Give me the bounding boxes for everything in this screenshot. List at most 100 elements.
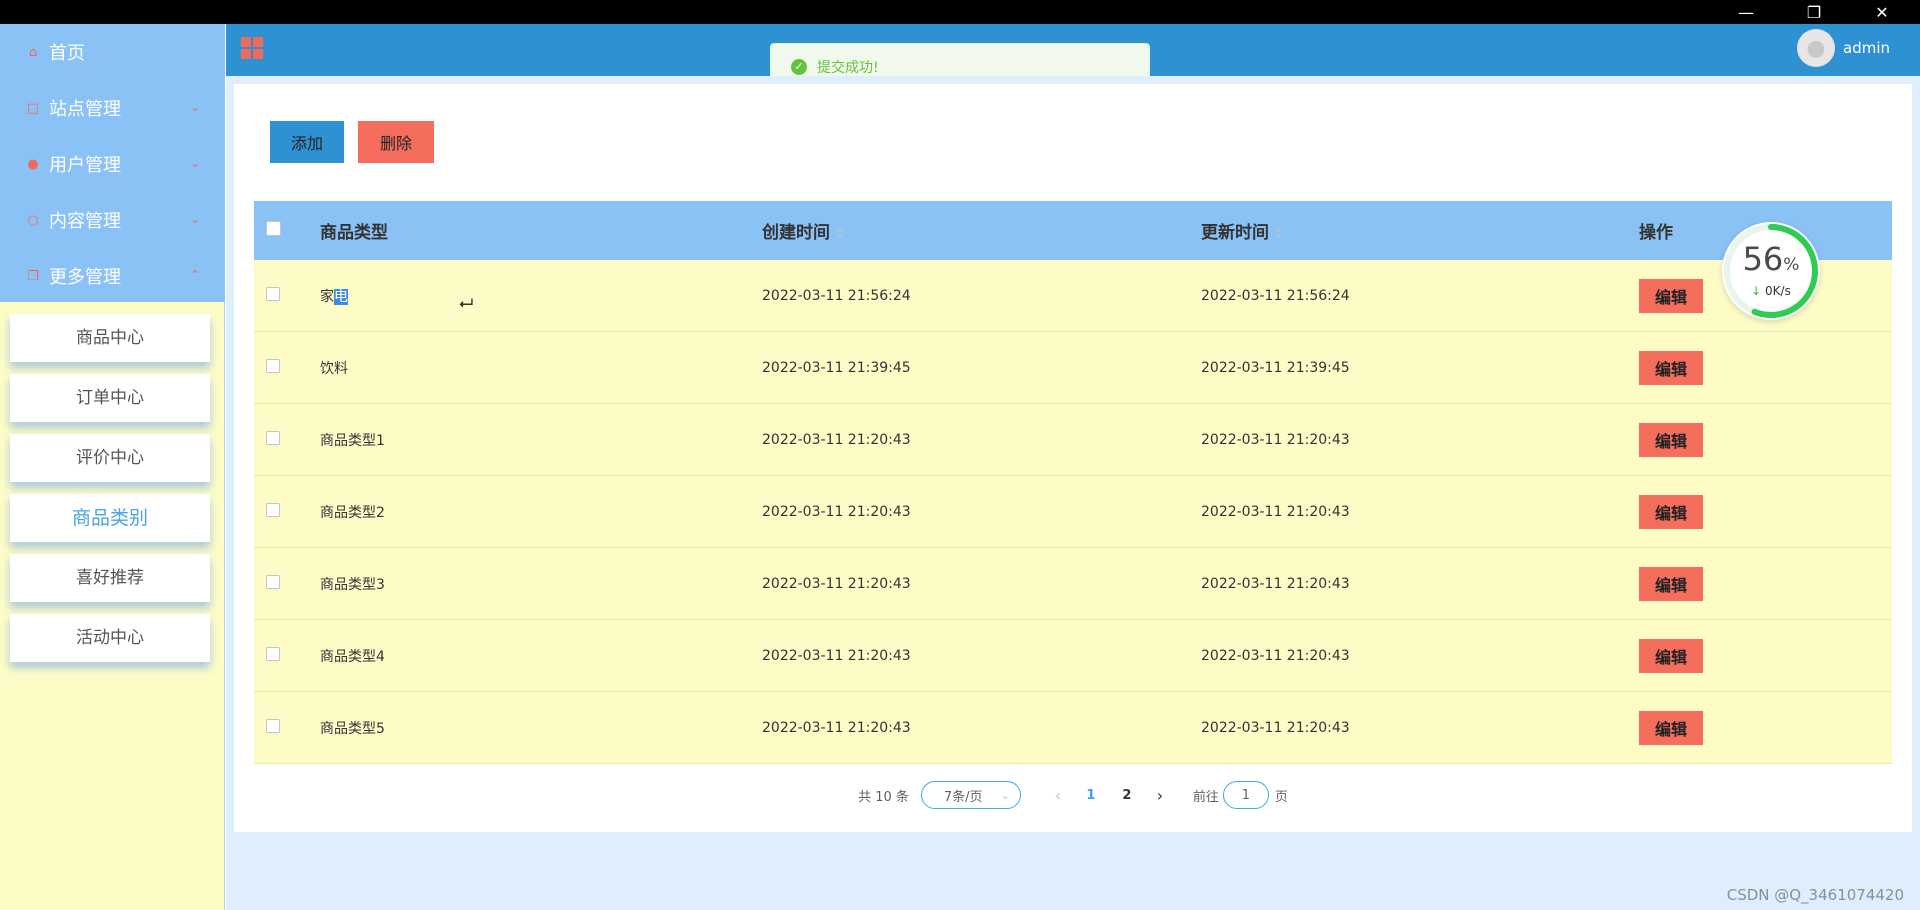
delete-button[interactable]: 删除 (358, 121, 434, 163)
cell-updated: 2022-03-11 21:39:45 (1201, 359, 1350, 376)
toast-message: 提交成功! (817, 59, 879, 76)
window-titlebar: — ❐ ✕ (0, 0, 1920, 24)
page-number[interactable]: 1 (1073, 788, 1109, 803)
page-number[interactable]: 2 (1109, 788, 1145, 803)
sort-icon[interactable] (836, 228, 844, 238)
content-icon: ○ (27, 212, 39, 228)
cell-name: 商品类型2 (320, 504, 385, 521)
column-header-label: 更新时间 (1201, 223, 1269, 243)
add-button[interactable]: 添加 (270, 121, 344, 163)
more-icon: ❐ (27, 268, 39, 284)
page-size-select[interactable]: 7条/页 ⌄ (920, 781, 1021, 809)
row-checkbox[interactable] (266, 502, 280, 517)
chevron-up-icon: ⌃ (189, 268, 201, 282)
check-circle-icon: ✓ (791, 58, 807, 75)
goto-page: 前往 1 页 (1193, 781, 1288, 809)
column-header-updated[interactable]: 更新时间 (1201, 218, 1639, 243)
sidebar-item-label: 更多管理 (49, 267, 121, 288)
cell-created: 2022-03-11 21:39:45 (762, 359, 911, 376)
row-checkbox[interactable] (266, 574, 280, 589)
sidebar: ⌂ 首页 □ 站点管理 ⌄ ● 用户管理 ⌄ ○ 内容管理 ⌄ ❐ 更多管理 ⌃… (0, 24, 225, 910)
cell-updated: 2022-03-11 21:20:43 (1201, 431, 1350, 448)
cell-created: 2022-03-11 21:20:43 (762, 431, 911, 448)
cell-created: 2022-03-11 21:20:43 (762, 647, 911, 664)
grid-menu-icon[interactable] (241, 37, 263, 59)
user-icon: ● (27, 156, 39, 172)
sidebar-item-home[interactable]: ⌂ 首页 (0, 24, 225, 80)
column-header-created[interactable]: 创建时间 (762, 218, 1201, 243)
goto-page-input[interactable]: 1 (1222, 781, 1269, 809)
sidebar-item-site[interactable]: □ 站点管理 ⌄ (0, 80, 225, 136)
submenu-item-review-center[interactable]: 评价中心 (10, 434, 210, 482)
mouse-cursor-icon: ⮠ (459, 293, 474, 314)
cell-created: 2022-03-11 21:20:43 (762, 575, 911, 592)
speed-percent: 56% (1722, 240, 1820, 278)
chevron-down-icon: ⌄ (189, 156, 201, 170)
row-checkbox[interactable] (266, 718, 280, 733)
row-checkbox[interactable] (266, 286, 280, 301)
monitor-icon: □ (26, 100, 40, 116)
content-panel: 添加 删除 商品类型 创建时间 更新时间 操作 家电 2022-03-11 21… (234, 84, 1912, 832)
table-row: 商品类型1 2022-03-11 21:20:43 2022-03-11 21:… (254, 404, 1892, 476)
restore-icon[interactable]: ❐ (1780, 0, 1848, 24)
goto-prefix: 前往 (1192, 789, 1219, 805)
cell-updated: 2022-03-11 21:20:43 (1201, 575, 1350, 592)
edit-button[interactable]: 编辑 (1639, 278, 1703, 313)
user-menu[interactable]: ● admin (1797, 29, 1890, 67)
sidebar-item-more[interactable]: ❐ 更多管理 ⌃ (0, 248, 225, 304)
submenu-item-product-category[interactable]: 商品类别 (10, 494, 210, 542)
cell-created: 2022-03-11 21:56:24 (762, 287, 911, 304)
sidebar-item-label: 首页 (49, 43, 85, 64)
edit-button[interactable]: 编辑 (1639, 710, 1703, 745)
network-speed-widget[interactable]: 56% ↓ 0K/s (1722, 222, 1820, 320)
sidebar-item-content[interactable]: ○ 内容管理 ⌄ (0, 192, 225, 248)
close-icon[interactable]: ✕ (1848, 0, 1916, 24)
edit-button[interactable]: 编辑 (1639, 638, 1703, 673)
edit-button[interactable]: 编辑 (1639, 350, 1703, 385)
sort-icon[interactable] (1275, 228, 1283, 238)
chevron-down-icon: ⌄ (189, 212, 201, 226)
edit-button[interactable]: 编辑 (1639, 494, 1703, 529)
row-checkbox[interactable] (266, 430, 280, 445)
edit-button[interactable]: 编辑 (1639, 422, 1703, 457)
row-checkbox[interactable] (266, 646, 280, 661)
cell-created: 2022-03-11 21:20:43 (762, 503, 911, 520)
category-table: 商品类型 创建时间 更新时间 操作 家电 2022-03-11 21:56:24… (254, 201, 1892, 764)
main-content: 添加 删除 商品类型 创建时间 更新时间 操作 家电 2022-03-11 21… (226, 76, 1920, 910)
submenu-item-recommendation[interactable]: 喜好推荐 (10, 554, 210, 602)
cell-name: 商品类型5 (320, 720, 385, 737)
edit-button[interactable]: 编辑 (1639, 566, 1703, 601)
pagination: 共 10 条 7条/页 ⌄ ‹ 1 2 › 前往 1 页 (234, 781, 1912, 809)
table-row: 家电 2022-03-11 21:56:24 2022-03-11 21:56:… (254, 260, 1892, 332)
cell-created: 2022-03-11 21:20:43 (762, 719, 911, 736)
sidebar-menu: ⌂ 首页 □ 站点管理 ⌄ ● 用户管理 ⌄ ○ 内容管理 ⌄ ❐ 更多管理 ⌃ (0, 24, 225, 302)
minimize-icon[interactable]: — (1712, 0, 1780, 24)
cell-name: 商品类型1 (320, 432, 385, 449)
username: admin (1843, 39, 1890, 57)
speed-percent-sign: % (1783, 255, 1800, 275)
submenu-item-order-center[interactable]: 订单中心 (10, 374, 210, 422)
page-size-value: 7条/页 (943, 789, 983, 805)
row-checkbox[interactable] (266, 358, 280, 373)
cell-name[interactable]: 家电 (320, 286, 762, 306)
next-page-icon[interactable]: › (1145, 786, 1175, 805)
submenu-item-product-center[interactable]: 商品中心 (10, 314, 210, 362)
table-row: 商品类型4 2022-03-11 21:20:43 2022-03-11 21:… (254, 620, 1892, 692)
sidebar-item-users[interactable]: ● 用户管理 ⌄ (0, 136, 225, 192)
submenu-item-activity-center[interactable]: 活动中心 (10, 614, 210, 662)
cell-updated: 2022-03-11 21:20:43 (1201, 503, 1350, 520)
column-header-name: 商品类型 (320, 223, 388, 243)
cell-updated: 2022-03-11 21:20:43 (1201, 647, 1350, 664)
goto-suffix: 页 (1274, 789, 1288, 805)
speed-rate: ↓ 0K/s (1722, 284, 1820, 298)
table-header: 商品类型 创建时间 更新时间 操作 (254, 201, 1892, 260)
cell-updated: 2022-03-11 21:20:43 (1201, 719, 1350, 736)
watermark: CSDN @Q_3461074420 (1726, 886, 1904, 904)
selected-text: 电 (334, 288, 348, 305)
home-icon: ⌂ (28, 44, 38, 60)
table-row: 饮料 2022-03-11 21:39:45 2022-03-11 21:39:… (254, 332, 1892, 404)
submenu: 商品中心 订单中心 评价中心 商品类别 喜好推荐 活动中心 (0, 302, 224, 662)
select-all-checkbox[interactable] (266, 220, 281, 236)
avatar[interactable]: ● (1797, 29, 1835, 67)
prev-page-icon[interactable]: ‹ (1043, 786, 1073, 805)
